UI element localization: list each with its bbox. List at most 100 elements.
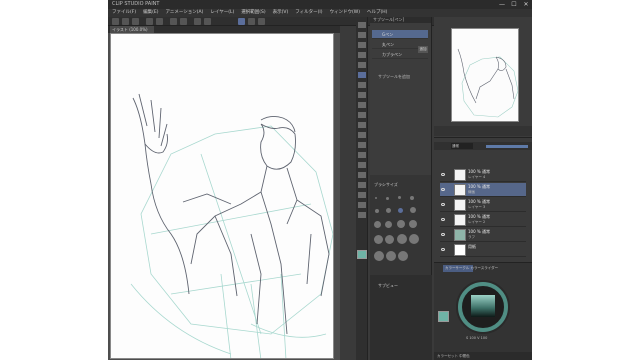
- ruler-icon[interactable]: [248, 18, 255, 25]
- add-subtool-label[interactable]: サブツールを追加: [378, 74, 410, 80]
- brush-size-dot[interactable]: [375, 197, 377, 199]
- pen-tool-icon[interactable]: [358, 72, 366, 78]
- layer-row-selected[interactable]: 100 % 通常 線画: [440, 183, 526, 197]
- gradient-tool-icon[interactable]: [358, 152, 366, 158]
- brush-size-grid: [374, 195, 430, 265]
- new-icon[interactable]: [112, 18, 119, 25]
- menu-view[interactable]: 表示(V): [273, 9, 289, 17]
- transform-icon[interactable]: [194, 18, 201, 25]
- brush-tool-icon[interactable]: [358, 92, 366, 98]
- color-panel-tabs[interactable]: カラーサークル カラースライダー: [445, 265, 535, 272]
- brush-size-dot[interactable]: [397, 220, 405, 228]
- brush-size-dot[interactable]: [386, 197, 389, 200]
- menu-help[interactable]: ヘルプ(H): [367, 9, 387, 17]
- navigator-controls[interactable]: [434, 126, 532, 136]
- eye-icon[interactable]: [441, 188, 445, 191]
- layer-mode: 100 % 通常: [468, 229, 490, 234]
- brush-size-dot[interactable]: [375, 209, 379, 213]
- current-color-swatch[interactable]: [438, 311, 449, 322]
- brush-size-dot[interactable]: [409, 220, 417, 228]
- redo-icon[interactable]: [156, 18, 163, 25]
- undo-icon[interactable]: [146, 18, 153, 25]
- blend-mode-select[interactable]: 通常: [451, 143, 473, 149]
- brush-size-dot[interactable]: [374, 221, 381, 228]
- select-tool-icon[interactable]: [358, 42, 366, 48]
- brush-size-dot[interactable]: [374, 251, 384, 261]
- brush-size-dot[interactable]: [386, 208, 391, 213]
- zoom-tool-icon[interactable]: [358, 22, 366, 28]
- subview-label: サブビュー: [378, 283, 398, 288]
- fill-tool-icon[interactable]: [358, 142, 366, 148]
- maximize-icon[interactable]: ☐: [510, 0, 518, 9]
- add-subtool-button[interactable]: 追加: [418, 46, 428, 53]
- menu-window[interactable]: ウィンドウ(W): [330, 9, 360, 17]
- brush-size-dot[interactable]: [386, 251, 396, 261]
- deselect-icon[interactable]: [204, 18, 211, 25]
- figure-tool-icon[interactable]: [358, 162, 366, 168]
- brush-size-dot[interactable]: [409, 234, 419, 244]
- correct-line-tool-icon[interactable]: [358, 212, 366, 218]
- layer-name: 用紙: [468, 244, 476, 249]
- airbrush-tool-icon[interactable]: [358, 102, 366, 108]
- brush-size-dot[interactable]: [410, 196, 414, 200]
- brush-size-dot[interactable]: [410, 207, 416, 213]
- eye-icon[interactable]: [441, 203, 445, 206]
- eye-icon[interactable]: [441, 218, 445, 221]
- pencil-tool-icon[interactable]: [358, 82, 366, 88]
- opacity-slider[interactable]: [486, 145, 528, 148]
- decoration-tool-icon[interactable]: [358, 112, 366, 118]
- brush-size-dot[interactable]: [385, 235, 394, 244]
- title-bar: CLIP STUDIO PAINT — ☐ ✕: [108, 0, 532, 9]
- layer-name: レイヤー 3: [468, 205, 486, 209]
- menu-edit[interactable]: 編集(E): [143, 9, 158, 17]
- main-color-swatch[interactable]: [357, 250, 367, 259]
- eye-icon[interactable]: [441, 248, 445, 251]
- balloon-tool-icon[interactable]: [358, 202, 366, 208]
- layer-row[interactable]: 100 % 通常 ラフ: [440, 228, 526, 242]
- lasso-tool-icon[interactable]: [358, 52, 366, 58]
- menu-animation[interactable]: アニメーション(A): [165, 9, 203, 17]
- close-icon[interactable]: ✕: [522, 0, 530, 9]
- navigator-thumbnail[interactable]: [451, 28, 519, 122]
- clear-icon[interactable]: [170, 18, 177, 25]
- subtool-item-g-pen[interactable]: Gペン: [372, 30, 428, 39]
- brush-size-dot[interactable]: [398, 251, 408, 261]
- frame-tool-icon[interactable]: [358, 172, 366, 178]
- menu-layer[interactable]: レイヤー(L): [210, 9, 234, 17]
- brush-size-dot-selected[interactable]: [398, 208, 403, 213]
- eye-icon[interactable]: [441, 233, 445, 236]
- menu-selection[interactable]: 選択範囲(S): [241, 9, 265, 17]
- text-tool-icon[interactable]: [358, 192, 366, 198]
- tab-canvas[interactable]: イラスト (100.0%): [110, 26, 154, 33]
- layer-row[interactable]: 100 % 通常 レイヤー 4: [440, 168, 526, 182]
- canvas-area: [108, 33, 340, 360]
- layer-mode: 100 % 通常: [468, 169, 490, 174]
- brush-size-dot[interactable]: [385, 221, 392, 228]
- eye-icon[interactable]: [441, 173, 445, 176]
- saturation-value-square[interactable]: [471, 295, 495, 317]
- drawing-canvas[interactable]: [110, 33, 334, 359]
- layer-name: ラフ: [468, 235, 475, 239]
- brush-size-dot[interactable]: [398, 196, 401, 199]
- layer-thumbnail: [454, 169, 466, 181]
- layer-row-paper[interactable]: 用紙: [440, 243, 526, 257]
- brush-size-dot[interactable]: [374, 235, 383, 244]
- color-set-tabs[interactable]: カラーセット 中間色: [434, 352, 532, 360]
- grid-icon[interactable]: [258, 18, 265, 25]
- layer-row[interactable]: 100 % 通常 レイヤー 2: [440, 213, 526, 227]
- move-tool-icon[interactable]: [358, 32, 366, 38]
- brush-size-dot[interactable]: [397, 234, 407, 244]
- ruler-tool-icon[interactable]: [358, 182, 366, 188]
- snap-icon[interactable]: [238, 18, 245, 25]
- fill-icon[interactable]: [180, 18, 187, 25]
- layer-mode: 100 % 通常: [468, 214, 490, 219]
- eraser-tool-icon[interactable]: [358, 122, 366, 128]
- blend-tool-icon[interactable]: [358, 132, 366, 138]
- open-icon[interactable]: [122, 18, 129, 25]
- menu-file[interactable]: ファイル(F): [112, 9, 136, 17]
- eyedropper-tool-icon[interactable]: [358, 62, 366, 68]
- save-icon[interactable]: [132, 18, 139, 25]
- layer-row[interactable]: 100 % 通常 レイヤー 3: [440, 198, 526, 212]
- minimize-icon[interactable]: —: [498, 0, 506, 9]
- menu-filter[interactable]: フィルター(I): [295, 9, 322, 17]
